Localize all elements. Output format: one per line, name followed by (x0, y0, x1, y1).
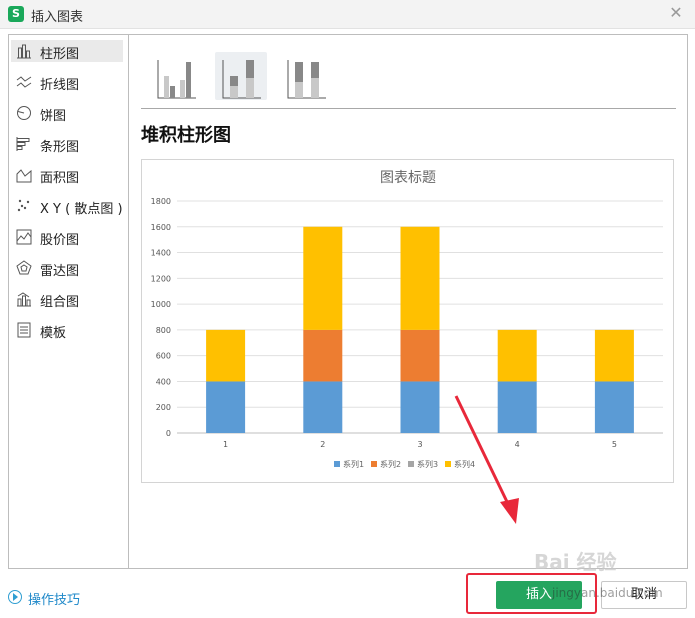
subtype-clustered-column[interactable] (150, 52, 202, 100)
bar-segment (400, 226, 440, 330)
sidebar-item-label: 饼图 (40, 109, 67, 124)
bar-segment (497, 329, 537, 382)
stock-chart-icon (16, 229, 32, 245)
template-icon (17, 322, 31, 338)
sidebar-item-combo[interactable]: 组合图 (11, 288, 123, 310)
sidebar-item-template[interactable]: 模板 (11, 319, 123, 341)
sidebar-item-label: 组合图 (40, 295, 80, 310)
pie-chart-icon (17, 106, 31, 120)
divider (141, 108, 676, 109)
stacked-column-icon (222, 60, 261, 99)
tips-label: 操作技巧 (28, 593, 81, 608)
y-tick-label: 400 (156, 377, 171, 386)
y-tick-label: 1600 (151, 223, 171, 232)
wps-spreadsheet-app-icon: S (8, 6, 24, 22)
chart-preview: 图表标题 0 200 400 600 800 1000 1200 1400 1600 1800 1… (141, 159, 674, 483)
y-tick-label: 0 (166, 429, 171, 438)
percent-stacked-column-icon (287, 60, 326, 99)
baidu-watermark-url: jingyan.baidu.com (552, 586, 663, 600)
y-tick-label: 1400 (151, 249, 171, 258)
sidebar-item-label: 柱形图 (40, 47, 80, 62)
sidebar-item-label: 折线图 (40, 78, 80, 93)
sidebar-item-label: 雷达图 (40, 264, 80, 279)
sidebar-item-label: X Y ( 散点图 ) (40, 202, 123, 217)
x-tick-label: 5 (612, 440, 617, 449)
y-tick-label: 600 (156, 352, 171, 361)
bar-segment (594, 329, 634, 382)
line-chart-icon (16, 76, 32, 88)
legend-swatch (371, 461, 377, 467)
bar-segment (400, 329, 440, 382)
column-chart-icon (17, 44, 31, 59)
x-tick-label: 2 (320, 440, 325, 449)
combo-chart-icon (17, 292, 31, 307)
bar-segment (594, 381, 634, 433)
bar-segment (303, 329, 343, 382)
red-arrow-annotation (454, 395, 519, 524)
y-tick-label: 1000 (151, 300, 171, 309)
clustered-column-icon (157, 60, 196, 99)
legend-swatch (334, 461, 340, 467)
subtype-percent-stacked-column[interactable] (280, 52, 332, 100)
baidu-watermark: Bai 经验 (534, 550, 617, 574)
sidebar-item-line[interactable]: 折线图 (11, 71, 123, 93)
x-tick-label: 1 (223, 440, 228, 449)
legend-label: 系列1 (343, 459, 364, 469)
sidebar-item-label: 股价图 (40, 233, 80, 248)
subtype-stacked-column[interactable] (215, 52, 267, 100)
chart-title: 图表标题 (380, 170, 436, 186)
scatter-chart-icon (17, 199, 30, 212)
sidebar-item-bar[interactable]: 条形图 (11, 133, 123, 155)
sidebar-item-label: 条形图 (40, 140, 80, 155)
legend-label: 系列3 (417, 459, 438, 469)
title-bar: S 插入图表 ✕ (0, 0, 695, 29)
y-tick-label: 200 (156, 403, 171, 412)
area-chart-icon (16, 169, 32, 183)
bar-segment (206, 329, 246, 382)
sidebar-item-label: 模板 (40, 326, 67, 341)
bar-segment (206, 381, 246, 433)
sidebar-item-label: 面积图 (40, 171, 80, 186)
sidebar-item-area[interactable]: 面积图 (11, 164, 123, 186)
bar-segment (303, 226, 343, 330)
radar-chart-icon (16, 260, 32, 275)
sidebar-item-stock[interactable]: 股价图 (11, 226, 123, 248)
legend-swatch (408, 461, 414, 467)
play-circle-icon (8, 590, 22, 604)
y-tick-label: 800 (156, 326, 171, 335)
stacked-column-chart: 图表标题 0 200 400 600 800 1000 1200 1400 1600 1800 1… (151, 170, 663, 469)
legend-label: 系列2 (380, 459, 401, 469)
bar-segment (400, 381, 440, 433)
y-tick-label: 1200 (151, 274, 171, 283)
bar-chart-icon (16, 137, 30, 151)
chart-subtype-heading: 堆积柱形图 (141, 125, 231, 146)
close-icon[interactable]: ✕ (667, 4, 685, 22)
x-tick-label: 3 (417, 440, 422, 449)
sidebar-item-radar[interactable]: 雷达图 (11, 257, 123, 279)
y-tick-label: 1800 (151, 197, 171, 206)
dialog-title: 插入图表 (31, 10, 84, 25)
sidebar-item-scatter[interactable]: X Y ( 散点图 ) (11, 195, 123, 217)
sidebar-item-column[interactable]: 柱形图 (11, 40, 123, 62)
sidebar-item-pie[interactable]: 饼图 (11, 102, 123, 124)
bar-segment (303, 381, 343, 433)
chart-type-sidebar: 柱形图 折线图 饼图 条形图 面积图 X Y ( 散点图 ) 股价图 雷达图 组… (9, 35, 129, 568)
